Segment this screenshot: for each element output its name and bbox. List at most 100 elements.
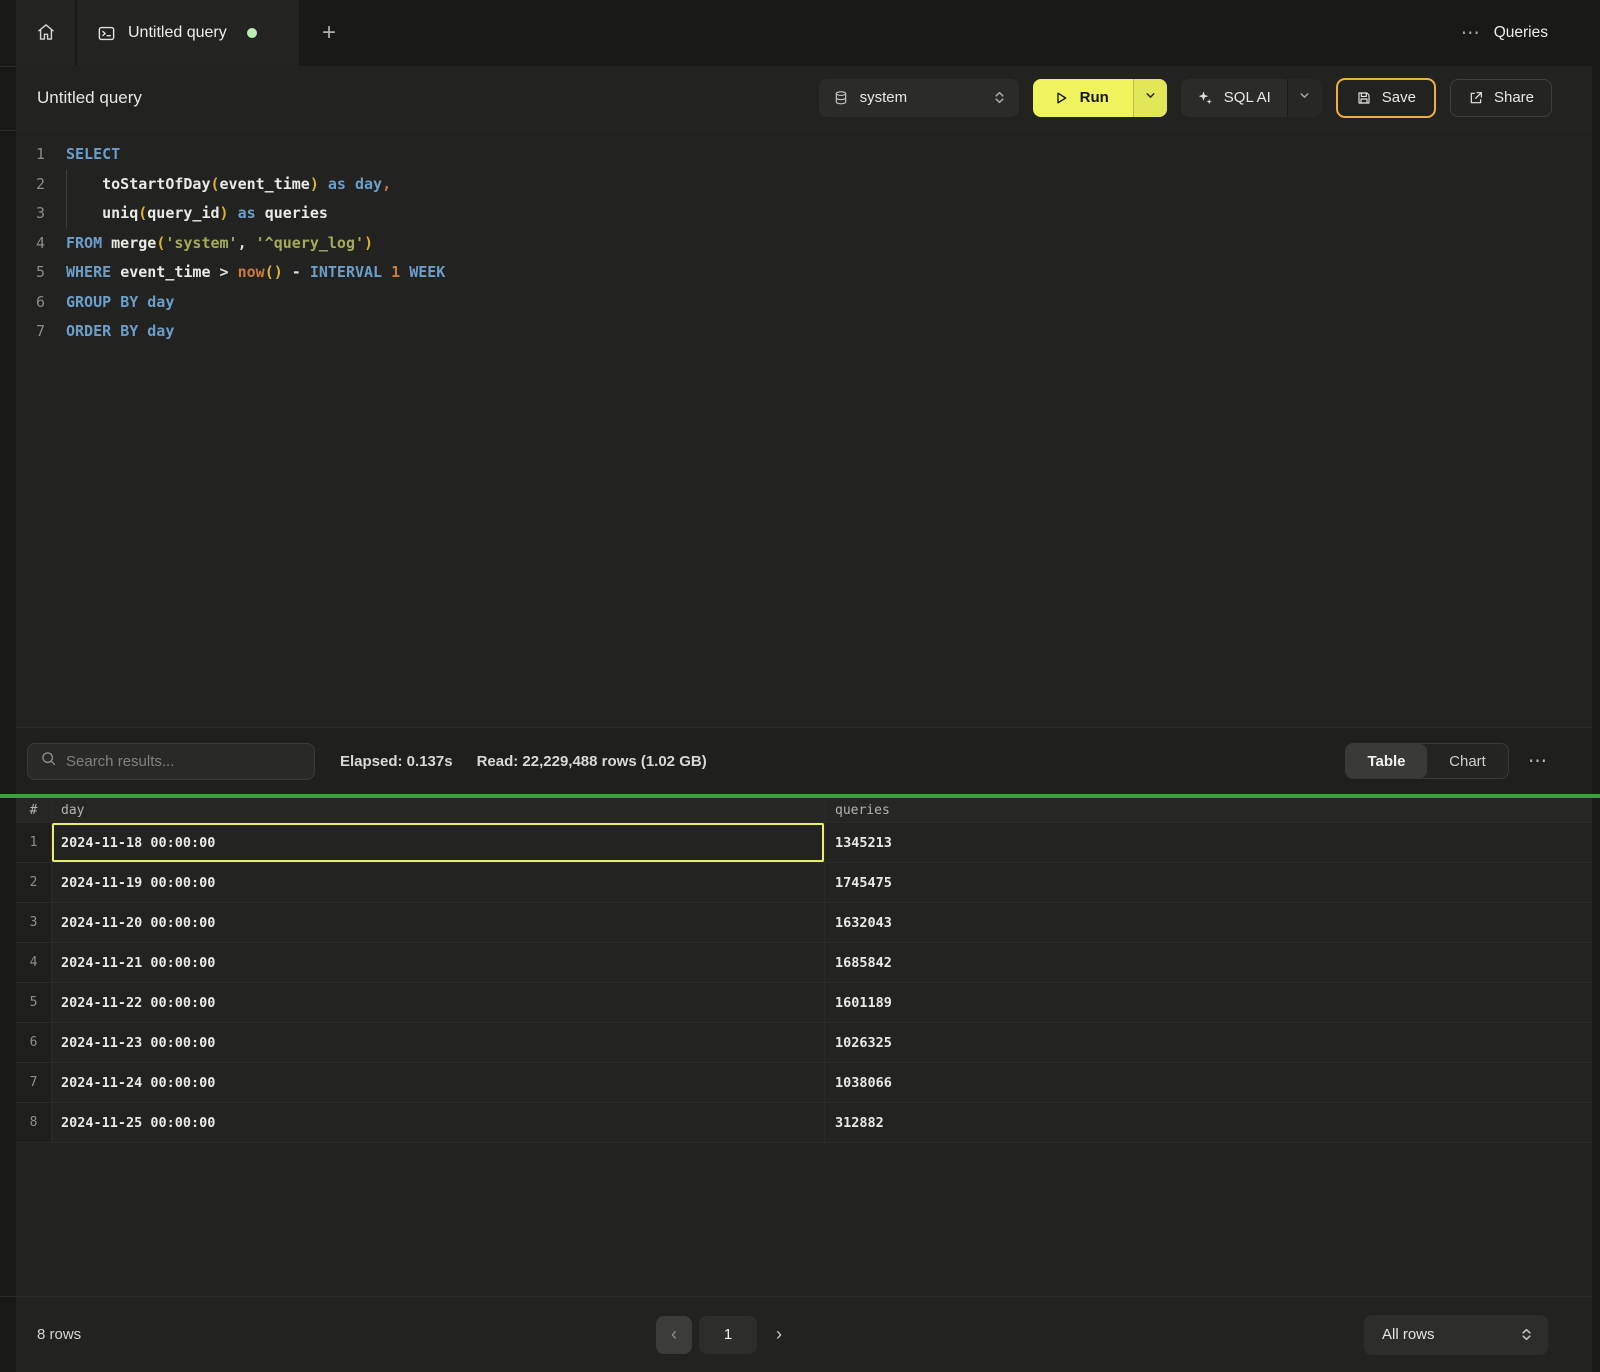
code-line[interactable]: 2 toStartOfDay(event_time) as day, [0, 170, 1600, 200]
code-line[interactable]: 3 uniq(query_id) as queries [0, 199, 1600, 229]
day-cell[interactable]: 2024-11-24 00:00:00 [52, 1063, 825, 1102]
right-gutter [1592, 66, 1600, 1372]
row-index-cell[interactable]: 7 [16, 1063, 52, 1102]
queries-cell[interactable]: 1038066 [825, 1063, 1600, 1102]
prev-page-button[interactable]: ‹ [656, 1316, 692, 1354]
share-icon [1468, 90, 1484, 106]
table-row: 52024-11-22 00:00:001601189 [0, 983, 1600, 1023]
terminal-icon [97, 24, 116, 43]
table-row: 42024-11-21 00:00:001685842 [0, 943, 1600, 983]
results-table: # day queries 12024-11-18 00:00:00134521… [0, 798, 1600, 1296]
tab-chart-view[interactable]: Chart [1427, 744, 1508, 778]
page-size-value: All rows [1382, 1326, 1435, 1343]
queries-cell[interactable]: 1026325 [825, 1023, 1600, 1062]
line-number: 1 [16, 140, 45, 170]
share-button[interactable]: Share [1450, 79, 1552, 117]
tab-table-view[interactable]: Table [1346, 744, 1427, 778]
code-text: WHERE event_time > now() - INTERVAL 1 WE… [45, 258, 445, 288]
day-cell[interactable]: 2024-11-20 00:00:00 [52, 903, 825, 942]
day-cell[interactable]: 2024-11-21 00:00:00 [52, 943, 825, 982]
row-index-cell[interactable]: 5 [16, 983, 52, 1022]
row-index-cell[interactable]: 1 [16, 823, 52, 862]
ellipsis-icon: ⋯ [1528, 751, 1548, 772]
results-toolbar: Elapsed: 0.137s Read: 22,229,488 rows (1… [0, 727, 1600, 794]
left-gutter [0, 0, 16, 1372]
save-icon [1356, 90, 1372, 106]
line-number: 2 [16, 170, 45, 200]
row-index-cell[interactable]: 2 [16, 863, 52, 902]
sql-ai-options-button[interactable] [1287, 79, 1322, 117]
tab-untitled-query[interactable]: Untitled query [75, 0, 299, 66]
code-editor[interactable]: 1SELECT2 toStartOfDay(event_time) as day… [0, 130, 1600, 727]
run-button[interactable]: Run [1033, 79, 1133, 117]
elapsed-stat: Elapsed: 0.137s [340, 753, 453, 770]
row-index-cell[interactable]: 4 [16, 943, 52, 982]
queries-cell[interactable]: 1601189 [825, 983, 1600, 1022]
run-label: Run [1080, 89, 1109, 106]
line-number: 4 [16, 229, 45, 259]
query-title: Untitled query [37, 88, 142, 108]
day-cell[interactable]: 2024-11-25 00:00:00 [52, 1103, 825, 1142]
share-label: Share [1494, 89, 1534, 106]
add-tab-button[interactable]: + [299, 0, 359, 66]
queries-label[interactable]: Queries [1494, 24, 1548, 42]
table-row: 22024-11-19 00:00:001745475 [0, 863, 1600, 903]
table-row: 62024-11-23 00:00:001026325 [0, 1023, 1600, 1063]
code-line[interactable]: 7ORDER BY day [0, 317, 1600, 347]
home-icon [36, 22, 56, 45]
sparkles-icon [1196, 89, 1214, 107]
code-line[interactable]: 4FROM merge('system', '^query_log') [0, 229, 1600, 259]
sql-ai-button[interactable]: SQL AI [1181, 79, 1287, 117]
search-results-input[interactable] [66, 753, 302, 770]
ellipsis-icon[interactable]: ⋯ [1461, 24, 1481, 43]
home-button[interactable] [16, 0, 75, 66]
queries-cell[interactable]: 1685842 [825, 943, 1600, 982]
column-header-day[interactable]: day [52, 798, 825, 822]
sql-ai-label: SQL AI [1224, 89, 1271, 106]
run-options-button[interactable] [1133, 79, 1167, 117]
tab-bar: Untitled query + ⋯ Queries [0, 0, 1600, 66]
row-index-cell[interactable]: 6 [16, 1023, 52, 1062]
database-select[interactable]: system [819, 79, 1019, 117]
row-index-cell[interactable]: 3 [16, 903, 52, 942]
row-index-cell[interactable]: 8 [16, 1103, 52, 1142]
search-icon [40, 750, 57, 772]
line-number: 6 [16, 288, 45, 318]
next-page-button[interactable]: › [764, 1316, 794, 1354]
save-label: Save [1382, 89, 1416, 106]
table-row: 32024-11-20 00:00:001632043 [0, 903, 1600, 943]
table-row: 12024-11-18 00:00:001345213 [0, 823, 1600, 863]
results-more-button[interactable]: ⋯ [1528, 750, 1548, 773]
day-cell[interactable]: 2024-11-19 00:00:00 [52, 863, 825, 902]
column-header-queries[interactable]: queries [825, 798, 1600, 822]
code-text: SELECT [45, 140, 120, 170]
selected-day-cell[interactable]: 2024-11-18 00:00:00 [52, 823, 825, 862]
chevron-down-icon [1298, 89, 1311, 106]
day-cell[interactable]: 2024-11-22 00:00:00 [52, 983, 825, 1022]
code-line[interactable]: 6GROUP BY day [0, 288, 1600, 318]
view-switcher: Table Chart [1345, 743, 1509, 779]
line-number: 3 [16, 199, 45, 229]
code-line[interactable]: 5WHERE event_time > now() - INTERVAL 1 W… [0, 258, 1600, 288]
save-button[interactable]: Save [1336, 78, 1436, 118]
chevron-down-icon [1144, 89, 1157, 106]
results-footer: 8 rows ‹ 1 › All rows [0, 1296, 1600, 1372]
queries-cell[interactable]: 1632043 [825, 903, 1600, 942]
current-page-button[interactable]: 1 [699, 1316, 757, 1354]
table-row: 72024-11-24 00:00:001038066 [0, 1063, 1600, 1103]
code-line[interactable]: 1SELECT [0, 140, 1600, 170]
page-size-select[interactable]: All rows [1364, 1315, 1548, 1355]
code-text: ORDER BY day [45, 317, 174, 347]
select-updown-icon [1519, 1327, 1534, 1342]
sql-ai-button-group: SQL AI [1181, 79, 1322, 117]
line-number: 7 [16, 317, 45, 347]
queries-cell[interactable]: 312882 [825, 1103, 1600, 1142]
queries-cell[interactable]: 1345213 [825, 823, 1600, 862]
table-empty-area [0, 1143, 1600, 1296]
day-cell[interactable]: 2024-11-23 00:00:00 [52, 1023, 825, 1062]
queries-cell[interactable]: 1745475 [825, 863, 1600, 902]
select-updown-icon [992, 90, 1007, 105]
column-header-index[interactable]: # [16, 798, 52, 822]
table-body: 12024-11-18 00:00:00134521322024-11-19 0… [0, 823, 1600, 1143]
queries-panel-toggle[interactable]: ⋯ Queries [1461, 0, 1600, 66]
